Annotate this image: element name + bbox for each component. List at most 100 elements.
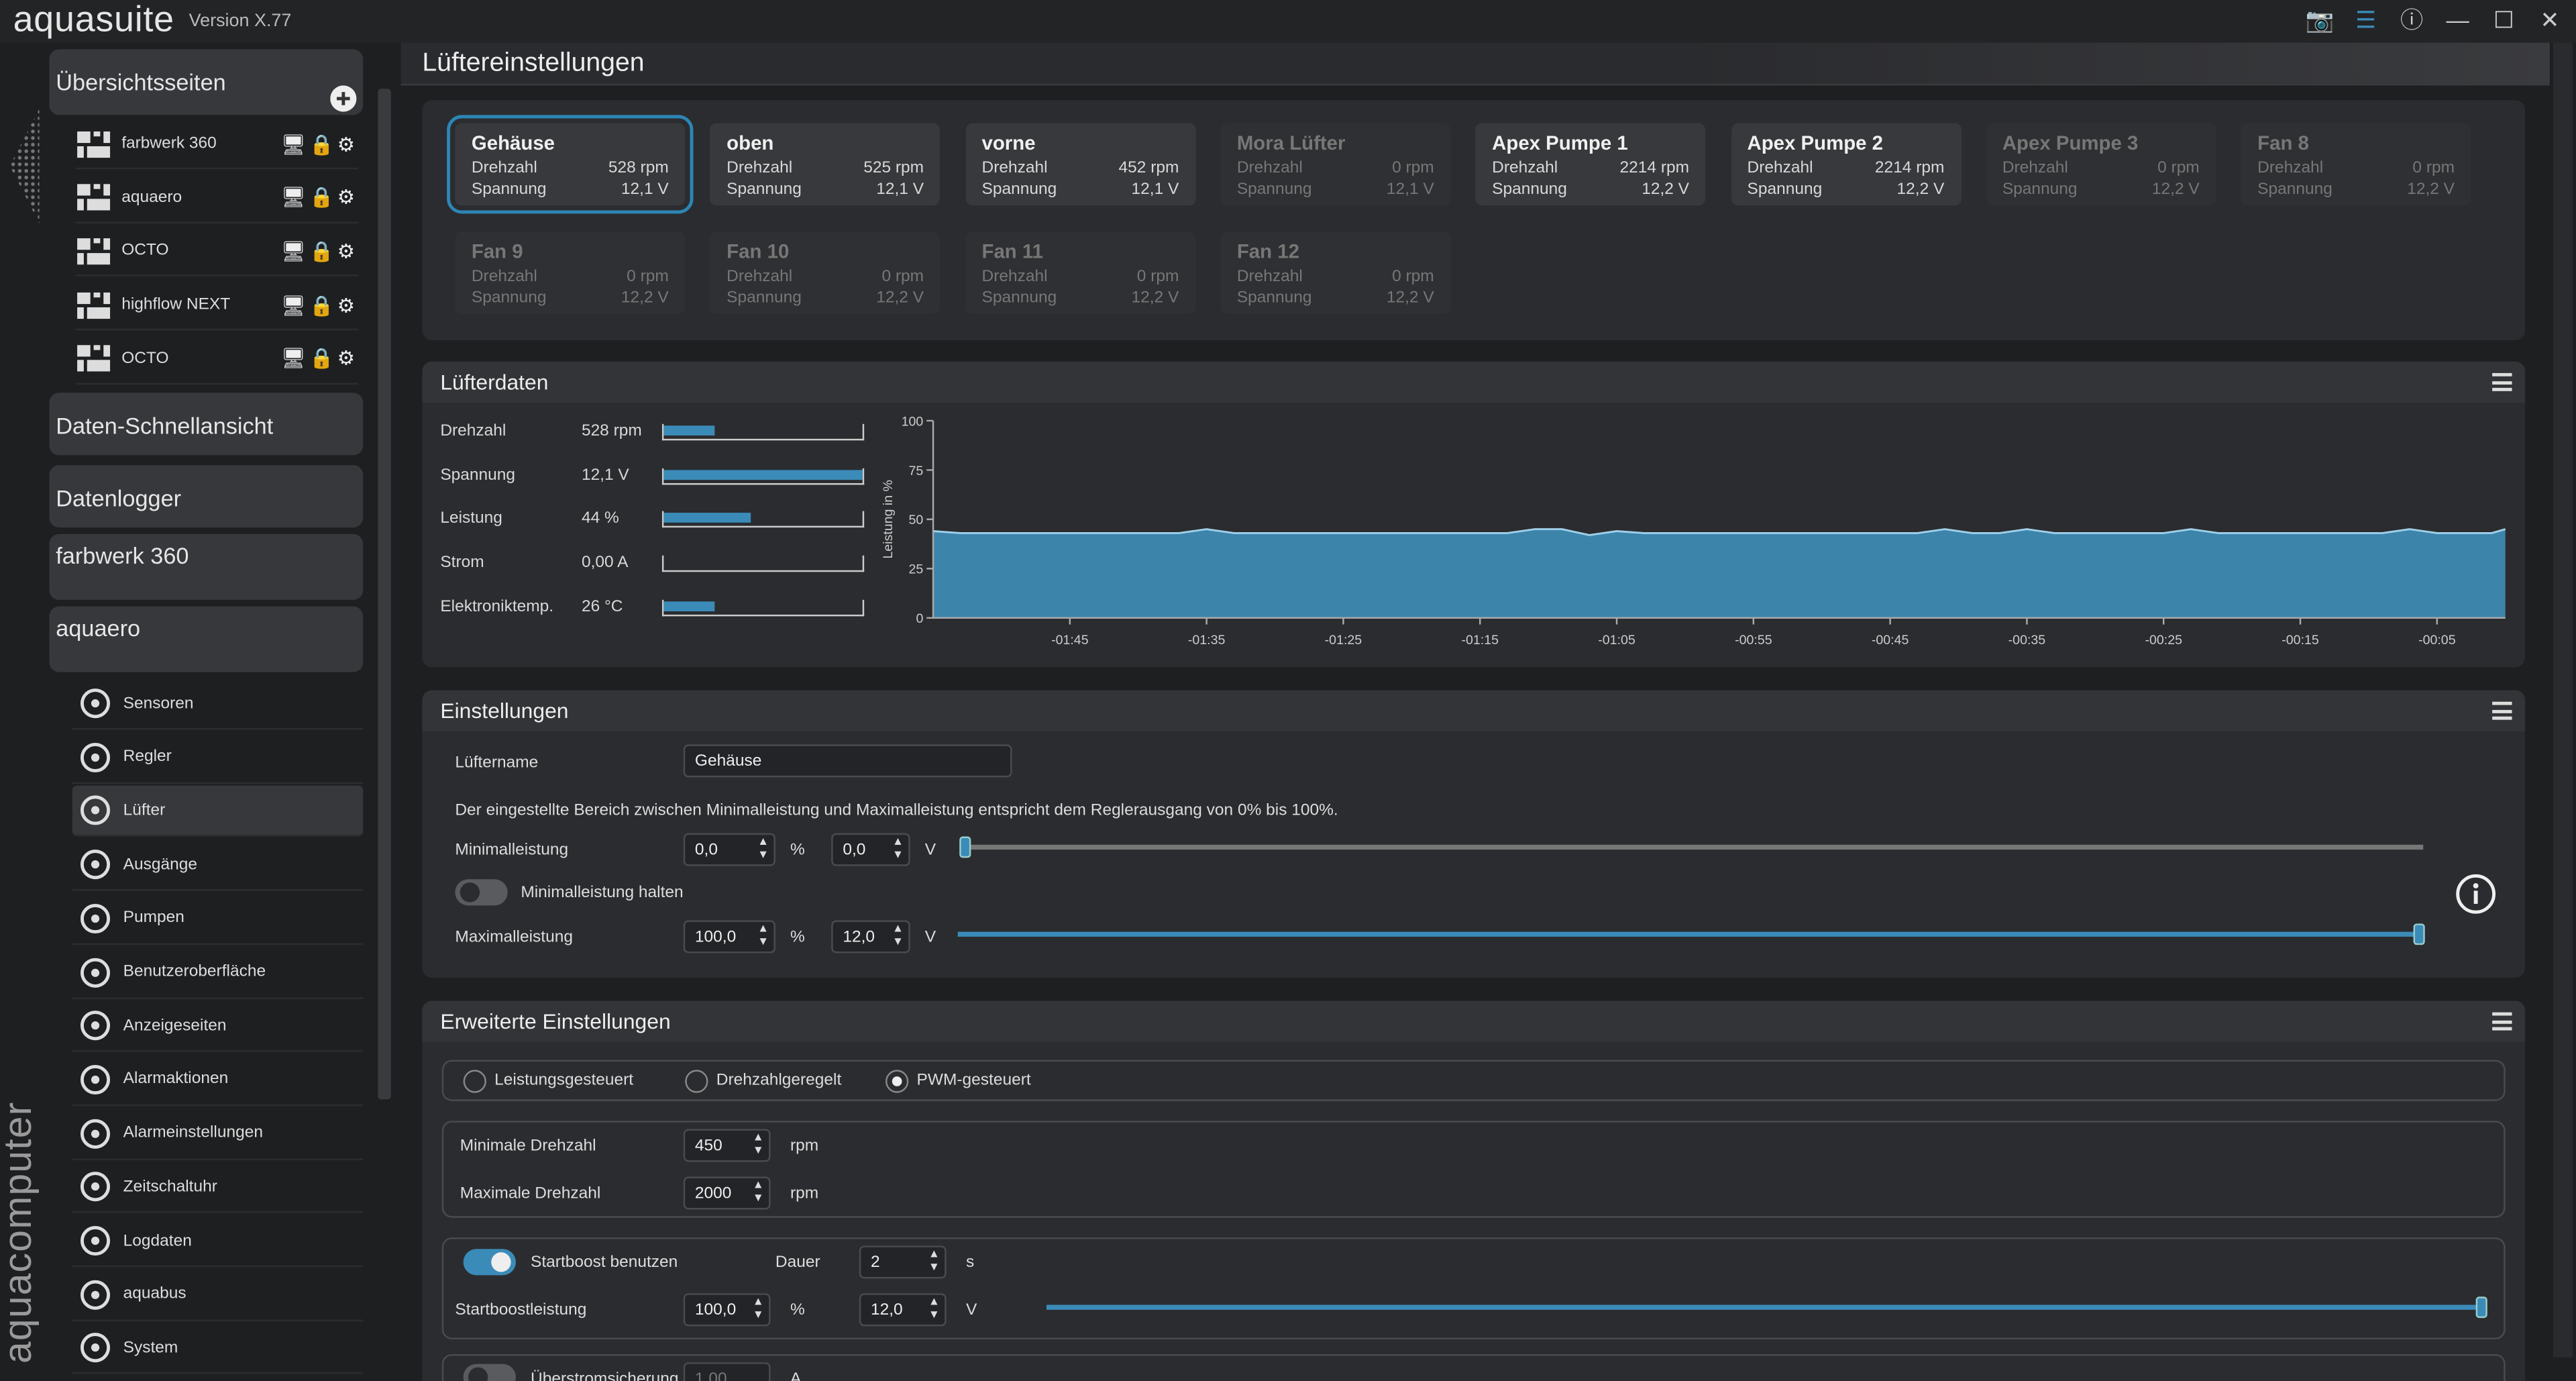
nav-item-system[interactable]: System xyxy=(72,1323,364,1375)
fan-card[interactable]: Mora Lüfter Drehzahl 0 rpm Spannung 12,1 V xyxy=(1220,123,1451,206)
lock-icon[interactable]: 🔒 xyxy=(309,132,337,155)
spinner-icon[interactable]: ▲ ▼ xyxy=(753,1132,764,1158)
fan-name-input[interactable]: Gehäuse xyxy=(683,744,1012,778)
max-power-pct-input[interactable]: 100,0 ▲ ▼ xyxy=(683,920,775,954)
farbwerk-panel[interactable]: farbwerk 360 xyxy=(49,533,364,600)
monitor-icon[interactable]: 🖥 xyxy=(281,240,309,262)
monitor-icon[interactable]: 🖥 xyxy=(281,347,309,370)
spinner-icon[interactable]: ▲ ▼ xyxy=(928,1249,940,1275)
max-rpm-input[interactable]: 2000 ▲ ▼ xyxy=(683,1176,771,1210)
current-toggle[interactable] xyxy=(463,1364,516,1381)
monitor-icon[interactable]: 🖥 xyxy=(281,293,309,316)
gear-icon[interactable]: ⚙ xyxy=(337,186,358,209)
fan-card[interactable]: Fan 8 Drehzahl 0 rpm Spannung 12,2 V xyxy=(2241,123,2471,206)
lock-icon[interactable]: 🔒 xyxy=(309,293,337,316)
min-power-handle[interactable] xyxy=(959,836,971,858)
fan-card[interactable]: Apex Pumpe 1 Drehzahl 2214 rpm Spannung 12,2… xyxy=(1475,123,1706,206)
max-power-handle[interactable] xyxy=(2413,923,2425,945)
nav-item-aquabus[interactable]: aquabus xyxy=(72,1270,364,1321)
sidebar-scrollbar[interactable] xyxy=(378,89,391,1100)
device-actions[interactable]: 🖥🔒⚙ xyxy=(281,347,358,370)
overview-panel[interactable]: Übersichtsseiten xyxy=(49,49,364,115)
nav-item-pumpen[interactable]: Pumpen xyxy=(72,894,364,945)
lock-icon[interactable]: 🔒 xyxy=(309,240,337,262)
info-icon[interactable]: ⓘ xyxy=(2396,3,2428,36)
menu-icon[interactable] xyxy=(2492,372,2512,391)
minimize-icon[interactable]: — xyxy=(2441,3,2474,36)
nav-item-alarmaktionen[interactable]: Alarmaktionen xyxy=(72,1055,364,1106)
min-power-pct-input[interactable]: 0,0 ▲ ▼ xyxy=(683,833,775,866)
fan-card[interactable]: Fan 12 Drehzahl 0 rpm Spannung 12,2 V xyxy=(1220,232,1451,314)
device-actions[interactable]: 🖥🔒⚙ xyxy=(281,240,358,262)
nav-item-ausgänge[interactable]: Ausgänge xyxy=(72,840,364,891)
spinner-icon[interactable]: ▲ ▼ xyxy=(757,923,769,950)
quickview-panel[interactable]: Daten-Schnellansicht xyxy=(49,393,364,456)
gear-icon[interactable]: ⚙ xyxy=(337,240,358,262)
logger-panel[interactable]: Datenlogger xyxy=(49,465,364,528)
close-icon[interactable]: ✕ xyxy=(2533,3,2566,36)
device-row[interactable]: highflow NEXT 🖥🔒⚙ xyxy=(75,281,358,331)
boost-toggle[interactable] xyxy=(463,1249,516,1276)
fan-card[interactable]: oben Drehzahl 525 rpm Spannung 12,1 V xyxy=(710,123,941,206)
spinner-icon[interactable]: ▲ ▼ xyxy=(757,837,769,863)
device-actions[interactable]: 🖥🔒⚙ xyxy=(281,186,358,209)
nav-item-lüfter[interactable]: Lüfter xyxy=(72,786,364,837)
boost-handle[interactable] xyxy=(2475,1296,2487,1319)
mode-radio-rpm[interactable] xyxy=(685,1070,708,1093)
menu-icon[interactable] xyxy=(2492,701,2512,720)
monitor-icon[interactable]: 🖥 xyxy=(281,186,309,209)
gear-icon[interactable]: ⚙ xyxy=(337,347,358,370)
gear-icon[interactable]: ⚙ xyxy=(337,293,358,316)
device-row[interactable]: OCTO 🖥🔒⚙ xyxy=(75,335,358,385)
nav-item-sensoren[interactable]: Sensoren xyxy=(72,678,364,730)
max-power-volt-input[interactable]: 12,0 ▲ ▼ xyxy=(831,920,910,954)
spinner-icon[interactable]: ▲ ▼ xyxy=(892,923,904,950)
maximize-icon[interactable]: ☐ xyxy=(2487,3,2520,36)
device-row[interactable]: OCTO 🖥🔒⚙ xyxy=(75,227,358,277)
fan-card[interactable]: Gehäuse Drehzahl 528 rpm Spannung 12,1 V xyxy=(447,115,694,214)
boost-volt-input[interactable]: 12,0 ▲ ▼ xyxy=(859,1293,947,1327)
mode-radio-pwm[interactable] xyxy=(885,1070,909,1093)
spinner-icon[interactable]: ▲ ▼ xyxy=(753,1180,764,1206)
min-rpm-input[interactable]: 450 ▲ ▼ xyxy=(683,1129,771,1162)
nav-item-zeitschaltuhr[interactable]: Zeitschaltuhr xyxy=(72,1162,364,1214)
collapse-handle[interactable] xyxy=(9,108,40,224)
nav-item-benutzeroberfläche[interactable]: Benutzeroberfläche xyxy=(72,948,364,999)
boost-slider[interactable] xyxy=(1046,1305,2484,1310)
add-icon[interactable] xyxy=(330,85,357,112)
fan-card[interactable]: Apex Pumpe 2 Drehzahl 2214 rpm Spannung 12,2… xyxy=(1731,123,1961,206)
current-input[interactable]: 1,00 xyxy=(683,1362,771,1381)
nav-item-logdaten[interactable]: Logdaten xyxy=(72,1216,364,1268)
aquaero-panel[interactable]: aquaero xyxy=(49,606,364,672)
menu-icon[interactable] xyxy=(2492,1012,2512,1031)
device-row[interactable]: aquaero 🖥🔒⚙ xyxy=(75,174,358,223)
layers-icon[interactable]: ☰ xyxy=(2349,3,2382,36)
fan-card[interactable]: Fan 9 Drehzahl 0 rpm Spannung 12,2 V xyxy=(455,232,686,314)
max-power-slider[interactable] xyxy=(957,931,2420,937)
fan-card[interactable]: Fan 10 Drehzahl 0 rpm Spannung 12,2 V xyxy=(710,232,941,314)
fan-card[interactable]: Apex Pumpe 3 Drehzahl 0 rpm Spannung 12,2 V xyxy=(1986,123,2216,206)
fan-card[interactable]: vorne Drehzahl 452 rpm Spannung 12,1 V xyxy=(965,123,1195,206)
nav-item-alarmeinstellungen[interactable]: Alarmeinstellungen xyxy=(72,1109,364,1160)
lock-icon[interactable]: 🔒 xyxy=(309,347,337,370)
screenshot-icon[interactable]: 📷 xyxy=(2303,3,2336,36)
min-power-volt-input[interactable]: 0,0 ▲ ▼ xyxy=(831,833,910,866)
main-scrollbar[interactable] xyxy=(2553,42,2573,1358)
mode-radio-power[interactable] xyxy=(463,1070,486,1093)
nav-item-regler[interactable]: Regler xyxy=(72,732,364,784)
device-actions[interactable]: 🖥🔒⚙ xyxy=(281,293,358,316)
info-icon[interactable] xyxy=(2455,872,2498,915)
gear-icon[interactable]: ⚙ xyxy=(337,132,358,155)
hold-min-toggle[interactable] xyxy=(455,879,508,906)
lock-icon[interactable]: 🔒 xyxy=(309,186,337,209)
device-row[interactable]: farbwerk 360 🖥🔒⚙ xyxy=(75,120,358,170)
spinner-icon[interactable]: ▲ ▼ xyxy=(892,837,904,863)
monitor-icon[interactable]: 🖥 xyxy=(281,132,309,155)
spinner-icon[interactable]: ▲ ▼ xyxy=(928,1296,940,1323)
duration-input[interactable]: 2 ▲ ▼ xyxy=(859,1245,947,1279)
spinner-icon[interactable]: ▲ ▼ xyxy=(753,1296,764,1323)
nav-item-anzeigeseiten[interactable]: Anzeigeseiten xyxy=(72,1001,364,1052)
boost-pct-input[interactable]: 100,0 ▲ ▼ xyxy=(683,1293,771,1327)
device-actions[interactable]: 🖥🔒⚙ xyxy=(281,132,358,155)
fan-card[interactable]: Fan 11 Drehzahl 0 rpm Spannung 12,2 V xyxy=(965,232,1195,314)
